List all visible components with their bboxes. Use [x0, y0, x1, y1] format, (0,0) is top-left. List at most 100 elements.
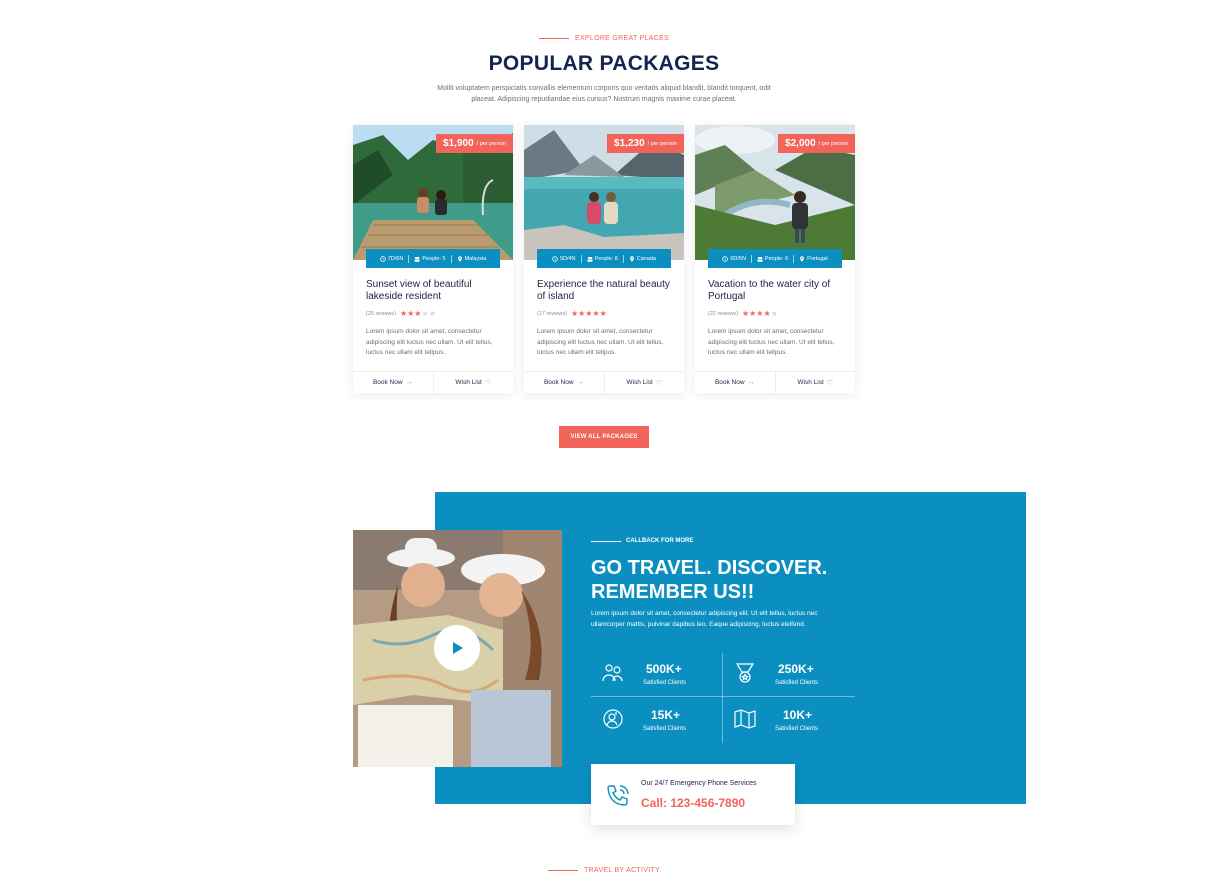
stat-number: 500K+ [646, 662, 682, 676]
star-filled-icon: ★ [407, 309, 415, 318]
emergency-phone-box[interactable]: Our 24/7 Emergency Phone Services Call: … [591, 764, 795, 825]
duration-text: 6D/5N [730, 255, 746, 262]
book-now-label: Book Now [714, 379, 745, 386]
book-now-button[interactable]: Book Now → [353, 372, 434, 393]
reviews-count: (17 reviews) [537, 311, 567, 317]
reviews-count: (25 reviews) [366, 311, 396, 317]
wish-list-label: Wish List [626, 379, 653, 386]
arrow-right-icon: → [576, 379, 584, 386]
star-empty-icon: ★ [421, 309, 429, 318]
card-footer: Book Now → Wish List ♡ [695, 371, 855, 393]
price-per: / per person [647, 140, 677, 147]
arrow-right-icon: → [747, 379, 755, 386]
heart-icon: ♡ [826, 379, 834, 387]
stat-item: 15K+ Satisfied Clients [591, 699, 721, 739]
callback-eyebrow: CALLBACK FOR MORE [591, 538, 693, 544]
phone-label: Our 24/7 Emergency Phone Services [641, 780, 757, 787]
stat-label: Satisfied Clients [643, 680, 687, 686]
book-now-label: Book Now [372, 379, 403, 386]
price-amount: $1,230 [614, 138, 645, 149]
stat-item: 250K+ Satisfied Clients [723, 653, 853, 693]
people-item: People: 5 [414, 255, 446, 262]
package-description: Lorem ipsum dolor sit amet, consectetur … [708, 328, 835, 356]
location-text: Malaysia [464, 255, 487, 262]
stats-grid: 500K+ Satisfied Clients 250K+ Satisfied … [591, 653, 855, 743]
reviews-count: (22 reviews) [708, 311, 738, 317]
section-intro: Mollit voluptatem perspiciatis convallis… [437, 85, 771, 103]
stat-number: 15K+ [651, 708, 681, 722]
callback-eyebrow-text: CALLBACK FOR MORE [626, 538, 694, 544]
package-card: $1,900 / per person 7D/6N People: 5 Mala… [353, 125, 513, 393]
book-now-label: Book Now [543, 379, 574, 386]
wish-list-button[interactable]: Wish List ♡ [605, 372, 685, 393]
duration-item: 7D/6N [379, 255, 404, 262]
book-now-button[interactable]: Book Now → [524, 372, 605, 393]
wish-list-label: Wish List [797, 379, 824, 386]
star-filled-icon: ★ [578, 309, 586, 318]
card-footer: Book Now → Wish List ♡ [524, 371, 684, 393]
package-card: $1,230 / per person 5D/4N People: 8 Cana… [524, 125, 684, 393]
duration-text: 7D/6N [387, 255, 404, 262]
video-thumbnail[interactable] [353, 530, 562, 767]
people-text: People: 6 [764, 255, 789, 262]
package-title[interactable]: Sunset view of beautiful lakeside reside… [366, 279, 502, 303]
reviews-row: (22 reviews) ★ ★ ★ ★ ★ [708, 310, 778, 318]
package-title[interactable]: Experience the natural beauty of island [537, 279, 673, 303]
star-filled-icon: ★ [399, 309, 408, 318]
star-filled-icon: ★ [414, 309, 422, 318]
play-button[interactable] [434, 625, 480, 671]
package-description: Lorem ipsum dolor sit amet, consectetur … [537, 328, 664, 356]
play-icon [453, 642, 463, 654]
wish-list-label: Wish List [455, 379, 482, 386]
eyebrow-text: EXPLORE GREAT PLACES [574, 35, 670, 42]
phone-number[interactable]: Call: 123-456-7890 [641, 796, 745, 810]
stat-number: 10K+ [783, 708, 813, 722]
package-title[interactable]: Vacation to the water city of Portugal [708, 279, 844, 303]
package-meta-bar: 7D/6N People: 5 Malaysia [366, 249, 500, 268]
star-filled-icon: ★ [763, 309, 771, 318]
people-text: People: 5 [422, 255, 446, 262]
location-text: Portugal [807, 255, 828, 262]
price-amount: $2,000 [785, 138, 816, 149]
star-empty-icon: ★ [770, 309, 778, 318]
callback-title: GO TRAVEL. DISCOVER. REMEMBER US!! [591, 557, 828, 603]
wish-list-button[interactable]: Wish List ♡ [434, 372, 514, 393]
clients-icon [602, 664, 623, 682]
package-card: $2,000 / per person 6D/5N People: 6 Port… [695, 125, 855, 393]
price-badge: $2,000 / per person [778, 134, 855, 153]
star-filled-icon: ★ [570, 309, 579, 318]
rating-stars: ★ ★ ★ ★ ★ [742, 310, 778, 318]
heart-icon: ♡ [655, 379, 663, 387]
clock-icon [552, 255, 558, 262]
next-eyebrow-text: TRAVEL BY ACTIVITY [583, 867, 661, 874]
duration-text: 5D/4N [559, 255, 576, 262]
rating-stars: ★ ★ ★ ★ ★ [400, 310, 436, 318]
price-badge: $1,230 / per person [607, 134, 684, 153]
people-text: People: 8 [594, 255, 618, 262]
location-pin-icon [457, 255, 462, 262]
duration-item: 5D/4N [552, 256, 576, 262]
package-meta-bar: 5D/4N People: 8 Canada [537, 249, 671, 268]
reviews-row: (25 reviews) ★ ★ ★ ★ ★ [366, 310, 436, 318]
arrow-right-icon: → [405, 379, 413, 386]
medal-icon [735, 663, 755, 683]
next-section-eyebrow: TRAVEL BY ACTIVITY [0, 867, 1208, 874]
stat-label: Satisfied Clients [775, 726, 819, 732]
book-now-button[interactable]: Book Now → [695, 372, 776, 393]
star-filled-icon: ★ [749, 309, 757, 318]
view-all-packages-button[interactable]: VIEW ALL PACKAGES [559, 426, 649, 448]
stat-item: 10K+ Satisfied Clients [723, 699, 853, 739]
package-description: Lorem ipsum dolor sit amet, consectetur … [366, 328, 493, 356]
map-icon [734, 709, 756, 729]
wish-list-button[interactable]: Wish List ♡ [776, 372, 856, 393]
star-filled-icon: ★ [592, 309, 600, 318]
location-item: Malaysia [457, 255, 487, 262]
star-filled-icon: ★ [756, 309, 764, 318]
callback-text: Lorem ipsum dolor sit amet, consectetur … [591, 610, 818, 628]
section-title: POPULAR PACKAGES [488, 52, 720, 75]
clock-icon [379, 255, 386, 262]
people-icon [414, 256, 421, 262]
section-eyebrow: EXPLORE GREAT PLACES [0, 35, 1208, 42]
price-badge: $1,900 / per person [436, 134, 513, 153]
location-item: Portugal [799, 256, 828, 262]
